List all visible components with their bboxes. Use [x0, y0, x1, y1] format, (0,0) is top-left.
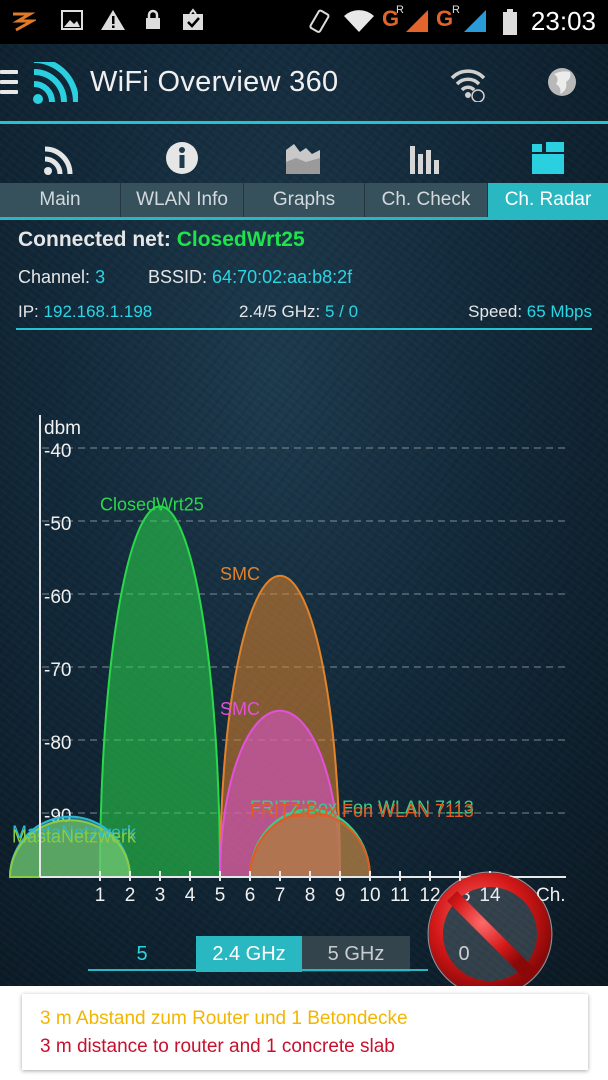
y-tick-label: -40	[44, 441, 71, 462]
app-title: WiFi Overview 360	[90, 66, 339, 98]
series-curve	[98, 505, 222, 878]
x-tick-label: 1	[95, 885, 106, 906]
header-divider	[0, 121, 608, 124]
clock: 23:03	[530, 6, 596, 36]
x-tick-label: 7	[275, 885, 286, 906]
connected-net-label: Connected net:	[18, 228, 171, 251]
tab-main[interactable]: Main	[0, 183, 121, 217]
y-tick-label: -70	[44, 660, 71, 681]
x-tick-label: 5	[215, 885, 226, 906]
bssid-label: BSSID:	[148, 267, 208, 287]
x-tick-label: 2	[125, 885, 136, 906]
band-value: 5 / 0	[325, 302, 359, 321]
x-tick-label: 4	[185, 885, 196, 906]
band-tab-5ghz[interactable]: 5 GHz	[302, 936, 410, 972]
caption-english: 3 m distance to router and 1 concrete sl…	[40, 1036, 395, 1057]
x-tick-label: 3	[155, 885, 166, 906]
area-chart-icon[interactable]	[284, 140, 324, 180]
radar-icon[interactable]	[530, 140, 570, 180]
x-tick-label: 10	[359, 885, 380, 906]
prohibition-sign-icon	[427, 871, 553, 996]
speed-label: Speed:	[468, 302, 523, 321]
ip-label: IP:	[18, 302, 39, 321]
y-tick-label: -60	[44, 587, 71, 608]
tab-wlan-info[interactable]: WLAN Info	[121, 183, 244, 217]
status-bar: G R G R 23:03	[0, 0, 608, 44]
signal-bars-icon-2	[462, 8, 488, 34]
action-bar: WiFi Overview 360	[0, 44, 608, 122]
caption-box: 3 m Abstand zum Router und 1 Betondecke …	[22, 994, 588, 1070]
bar-chart-icon[interactable]	[408, 140, 448, 180]
signal-bars-icon-1	[404, 8, 430, 34]
series-label: FRITZ!Box Fon WLAN 7113	[250, 801, 474, 821]
series-label: ClosedWrt25	[100, 494, 204, 514]
y-tick-label: -50	[44, 514, 71, 535]
clipboard-check-icon	[180, 8, 206, 34]
channel-bssid-row: Channel: 3 BSSID: 64:70:02:aa:b8:2f	[18, 267, 598, 288]
tab-ch-check[interactable]: Ch. Check	[365, 183, 488, 217]
tab-graphs[interactable]: Graphs	[244, 183, 365, 217]
warning-icon	[100, 8, 126, 34]
tab-ch-radar[interactable]: Ch. Radar	[488, 183, 608, 217]
y-tick-label: -80	[44, 733, 71, 754]
connected-ssid: ClosedWrt25	[176, 228, 305, 251]
app-logo-icon	[30, 57, 79, 111]
network-type-label-2: G	[436, 6, 454, 31]
wifi-signal-icon[interactable]	[42, 140, 82, 180]
channel-value: 3	[95, 267, 106, 287]
series-label: SMC	[220, 564, 260, 584]
globe-icon[interactable]	[546, 66, 578, 103]
x-tick-label: 9	[335, 885, 346, 906]
lock-icon	[144, 8, 162, 34]
app-notification-icon	[10, 8, 38, 34]
connected-net-row: Connected net: ClosedWrt25	[18, 228, 598, 252]
network-count-24: 5	[136, 943, 148, 965]
channel-label: Channel:	[18, 267, 91, 287]
tab-icons-row	[0, 140, 608, 182]
wifi-scan-icon[interactable]	[448, 66, 488, 107]
roaming-label-1: R	[396, 4, 404, 16]
tab-underline	[0, 217, 608, 220]
ip-band-speed-row: IP: 192.168.1.198 2.4/5 GHz: 5 / 0 Speed…	[18, 302, 598, 322]
vibrate-icon	[306, 8, 332, 34]
info-divider	[16, 328, 592, 330]
band-tab-2-4ghz[interactable]: 2.4 GHz	[196, 936, 302, 972]
x-tick-label: 11	[390, 885, 410, 906]
y-axis-label: dbm	[44, 418, 81, 439]
speed-value: 65 Mbps	[526, 302, 592, 321]
series-label: SMC	[220, 699, 260, 719]
battery-icon	[502, 8, 518, 35]
x-tick-label: 6	[245, 885, 256, 906]
ip-value: 192.168.1.198	[43, 302, 153, 321]
wifi-status-icon	[342, 8, 376, 34]
image-icon	[60, 8, 84, 34]
tab-bar: Main WLAN Info Graphs Ch. Check Ch. Rada…	[0, 183, 608, 217]
info-icon[interactable]	[164, 140, 204, 180]
roaming-label-2: R	[452, 4, 460, 16]
band-label: 2.4/5 GHz:	[239, 302, 321, 321]
caption-german: 3 m Abstand zum Router und 1 Betondecke	[40, 1008, 408, 1029]
bssid-value: 64:70:02:aa:b8:2f	[212, 267, 353, 287]
channel-radar-chart: -40-50-60-70-80-90ClosedWrt25SMCSMCFRITZ…	[8, 415, 566, 906]
series-label: MastaNetzwerk	[12, 826, 137, 846]
band-underline	[88, 969, 428, 971]
menu-icon[interactable]	[0, 70, 18, 96]
x-tick-label: 8	[305, 885, 316, 906]
